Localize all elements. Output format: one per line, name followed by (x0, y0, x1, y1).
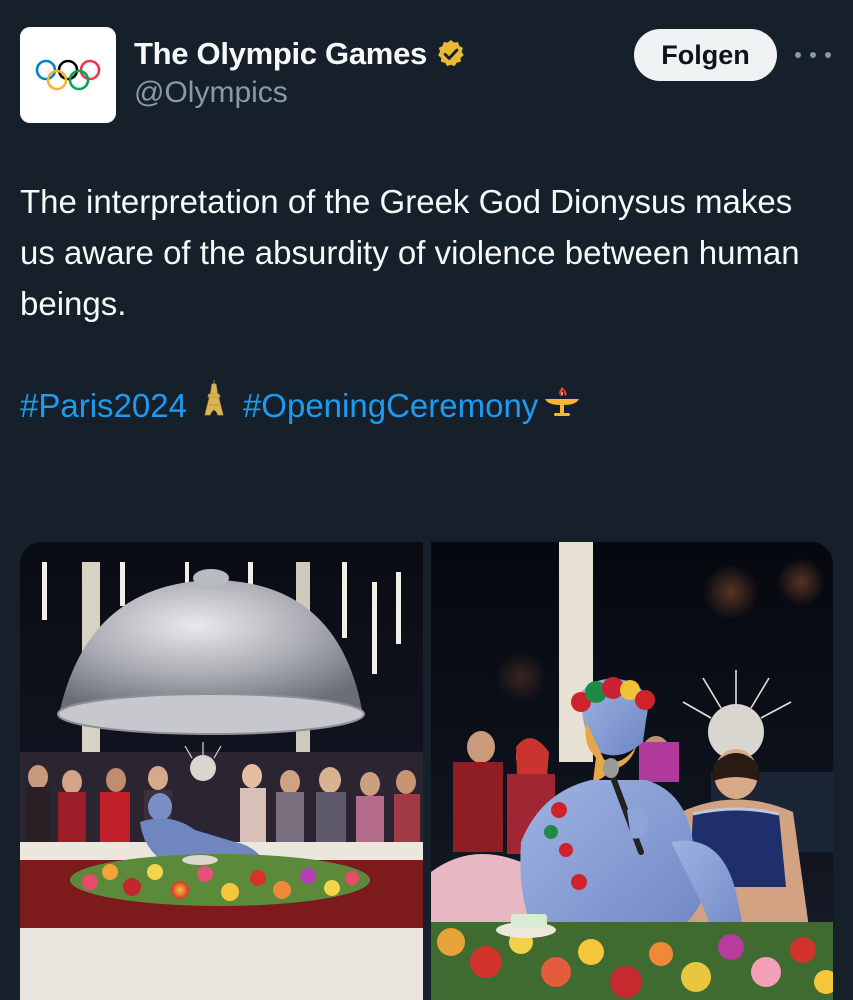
hashtag-link[interactable]: #OpeningCeremony (243, 380, 538, 431)
hashtag-row: #Paris2024 #OpeningCeremony (20, 378, 840, 432)
olympic-rings-icon (35, 59, 101, 91)
dot (795, 52, 801, 58)
tweet-media-grid[interactable] (20, 542, 833, 1000)
author-name-row: The Olympic Games (134, 36, 467, 72)
follow-button[interactable]: Folgen (634, 29, 777, 81)
author-avatar[interactable] (20, 27, 116, 123)
author-handle[interactable]: @Olympics (134, 76, 288, 110)
dot (825, 52, 831, 58)
author-display-name[interactable]: The Olympic Games (134, 36, 427, 72)
hashtag-link[interactable]: #Paris2024 (20, 380, 187, 431)
olympic-cauldron-icon (542, 380, 582, 431)
photo-2[interactable] (431, 542, 833, 1000)
tweet-text: The interpretation of the Greek God Dion… (20, 183, 800, 322)
dot (810, 52, 816, 58)
photo-1[interactable] (20, 542, 423, 1000)
verified-gold-badge-icon[interactable] (435, 38, 467, 70)
tweet-header: The Olympic Games @Olympics Folgen (0, 0, 853, 140)
more-dots-icon[interactable] (795, 43, 831, 67)
eiffel-tower-icon (201, 378, 227, 432)
